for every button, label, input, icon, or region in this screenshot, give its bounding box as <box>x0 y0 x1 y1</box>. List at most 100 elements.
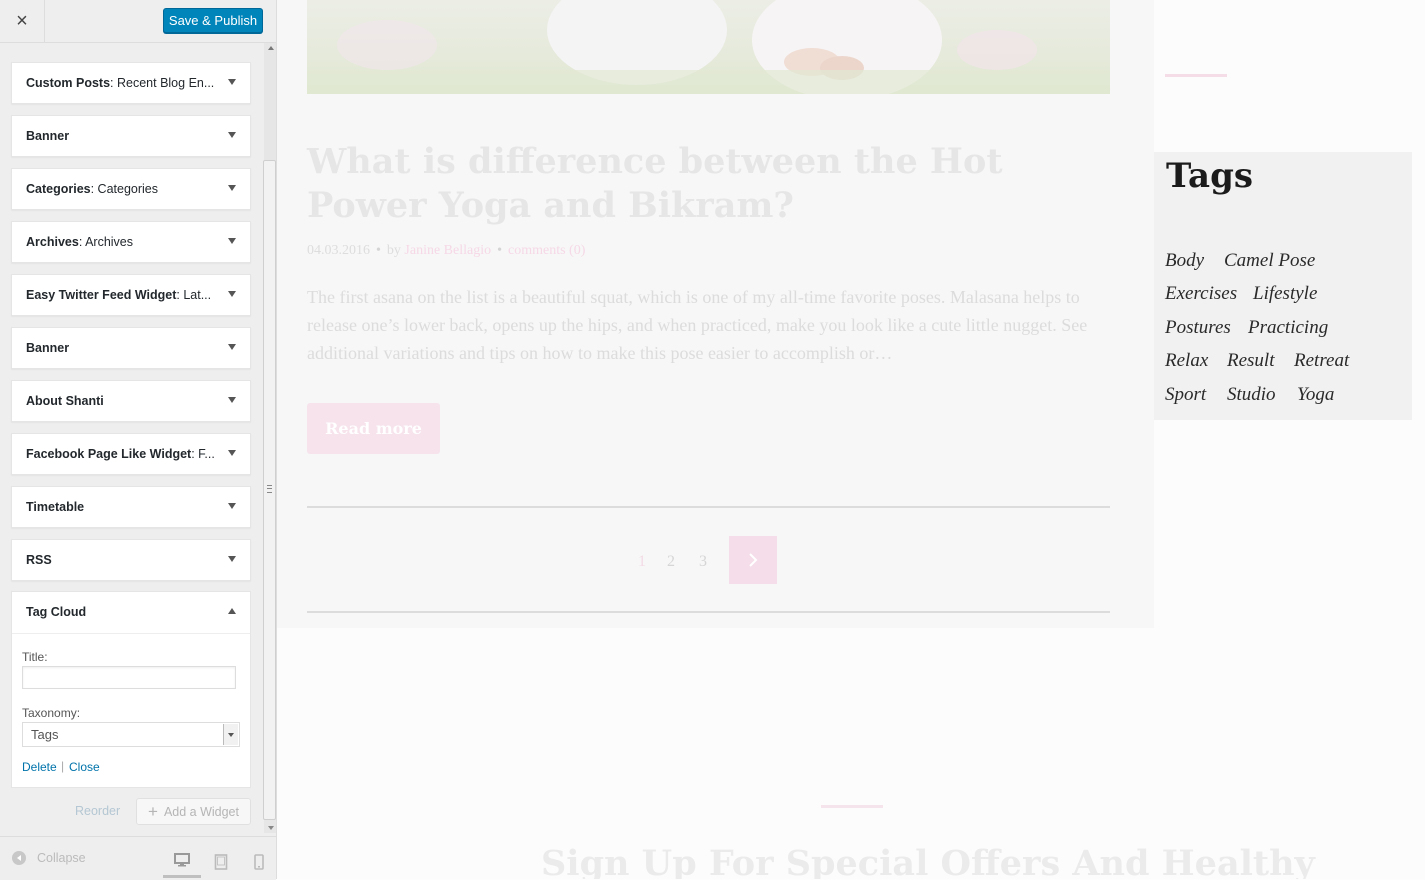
collapse-button[interactable]: Collapse <box>37 851 86 865</box>
divider <box>307 611 1110 613</box>
widget-header[interactable]: Tag Cloud <box>12 592 250 634</box>
post-comments-link[interactable]: comments (0) <box>508 243 585 258</box>
widget-title: Banner <box>26 341 70 355</box>
taxonomy-value: Tags <box>31 727 59 742</box>
post-title[interactable]: What is difference between the Hot Power… <box>307 140 1127 228</box>
widget-twitter-feed[interactable]: Easy Twitter Feed Widget: Lat... <box>11 274 251 316</box>
widget-categories[interactable]: Categories: Categories <box>11 168 251 210</box>
tag-link[interactable]: Sport <box>1165 384 1206 406</box>
customizer-sidebar: Custom Posts: Recent Blog En... Banner C… <box>0 0 277 880</box>
expand-arrow-icon[interactable] <box>228 291 236 297</box>
post-date: 04.03.2016 <box>307 243 370 258</box>
widget-title: Banner <box>26 129 70 143</box>
scrollbar-thumb[interactable] <box>263 160 276 820</box>
dropdown-arrow-icon[interactable] <box>223 724 238 745</box>
expand-arrow-icon[interactable] <box>228 238 236 244</box>
yoga-photo <box>307 0 1110 94</box>
widget-banner[interactable]: Banner <box>11 115 251 157</box>
tag-link[interactable]: Exercises <box>1165 283 1237 305</box>
close-link[interactable]: Close <box>69 760 100 774</box>
link-separator: | <box>61 759 65 773</box>
grip-icon <box>267 485 272 493</box>
widget-title: Easy Twitter Feed Widget: Lat... <box>26 288 212 302</box>
post-meta: 04.03.2016 • by Janine Bellagio • comments (… <box>307 243 586 258</box>
tag-link[interactable]: Lifestyle <box>1253 283 1317 305</box>
widget-title: About Shanti <box>26 394 104 408</box>
next-page-button[interactable] <box>729 536 777 584</box>
signup-section: Sign Up For Special Offers And Healthy <box>277 705 1425 879</box>
read-more-button[interactable]: Read more <box>307 403 440 454</box>
tag-link[interactable]: Relax <box>1165 350 1208 372</box>
tag-link[interactable]: Postures <box>1165 317 1231 339</box>
widget-title: Timetable <box>26 500 85 514</box>
widget-tag-cloud: Tag Cloud Title: Taxonomy: Tags Delete |… <box>11 591 251 788</box>
page-3-link[interactable]: 3 <box>699 553 707 571</box>
collapse-arrow-icon[interactable] <box>228 608 236 614</box>
widget-about-shanti[interactable]: About Shanti <box>11 380 251 422</box>
blog-main-column: What is difference between the Hot Power… <box>277 0 1154 628</box>
save-publish-button[interactable]: Save & Publish <box>163 8 263 33</box>
tag-link[interactable]: Body <box>1165 250 1204 272</box>
taxonomy-select[interactable]: Tags <box>22 722 240 747</box>
tag-link[interactable]: Result <box>1227 350 1275 372</box>
widget-title: Archives: Archives <box>26 235 133 249</box>
tag-link[interactable]: Yoga <box>1297 384 1334 406</box>
sidebar-accent-line <box>1165 74 1227 77</box>
tablet-icon <box>214 853 228 870</box>
tag-link[interactable]: Studio <box>1227 384 1276 406</box>
scroll-up-icon[interactable] <box>268 46 274 50</box>
widget-rss[interactable]: RSS <box>11 539 251 581</box>
tag-link[interactable]: Camel Pose <box>1224 250 1315 272</box>
tags-widget: Tags Body Camel Pose Exercises Lifestyle… <box>1154 152 1412 420</box>
site-preview: What is difference between the Hot Power… <box>277 0 1425 879</box>
widget-banner-2[interactable]: Banner <box>11 327 251 369</box>
post-excerpt: The first asana on the list is a beautif… <box>307 287 1088 363</box>
expand-arrow-icon[interactable] <box>228 556 236 562</box>
expand-arrow-icon[interactable] <box>228 397 236 403</box>
signup-heading: Sign Up For Special Offers And Healthy <box>541 843 1315 879</box>
widget-timetable[interactable]: Timetable <box>11 486 251 528</box>
title-input[interactable] <box>22 666 236 689</box>
page-2-link[interactable]: 2 <box>667 553 675 571</box>
tablet-preview-button[interactable] <box>202 845 240 878</box>
tag-link[interactable]: Practicing <box>1248 317 1328 339</box>
widget-title: Categories: Categories <box>26 182 159 196</box>
post-featured-image[interactable] <box>307 0 1110 94</box>
reorder-link[interactable]: Reorder <box>75 804 120 818</box>
expand-arrow-icon[interactable] <box>228 132 236 138</box>
page-1-link[interactable]: 1 <box>638 553 646 571</box>
widget-facebook-like[interactable]: Facebook Page Like Widget: F... <box>11 433 251 475</box>
chevron-right-icon <box>749 553 758 567</box>
tags-heading: Tags <box>1166 156 1253 196</box>
expand-arrow-icon[interactable] <box>228 79 236 85</box>
add-widget-label: Add a Widget <box>163 804 239 819</box>
widget-title: Facebook Page Like Widget: F... <box>26 447 215 461</box>
widget-title: Custom Posts: Recent Blog En... <box>26 76 215 90</box>
post-author-link[interactable]: Janine Bellagio <box>404 243 491 258</box>
post-by-label: by <box>386 243 401 258</box>
customizer-header: × Save & Publish <box>0 0 276 43</box>
signup-accent-line <box>821 805 883 808</box>
widget-custom-posts[interactable]: Custom Posts: Recent Blog En... <box>11 62 251 104</box>
scroll-down-icon[interactable] <box>268 826 274 830</box>
plus-icon: + <box>148 801 158 821</box>
desktop-preview-button[interactable] <box>163 845 201 878</box>
expand-arrow-icon[interactable] <box>228 503 236 509</box>
mobile-icon <box>254 853 264 870</box>
close-icon: × <box>16 9 28 32</box>
expand-arrow-icon[interactable] <box>228 344 236 350</box>
title-label: Title: <box>22 650 48 664</box>
desktop-icon <box>174 853 190 867</box>
add-widget-button[interactable]: + Add a Widget <box>136 798 251 825</box>
expand-arrow-icon[interactable] <box>228 185 236 191</box>
divider <box>307 506 1110 508</box>
mobile-preview-button[interactable] <box>240 845 278 878</box>
collapse-icon[interactable] <box>12 851 26 865</box>
customizer-footer: Collapse <box>0 836 276 880</box>
tag-link[interactable]: Retreat <box>1294 350 1349 372</box>
widget-archives[interactable]: Archives: Archives <box>11 221 251 263</box>
taxonomy-label: Taxonomy: <box>22 706 81 720</box>
expand-arrow-icon[interactable] <box>228 450 236 456</box>
close-button[interactable]: × <box>0 0 45 42</box>
delete-link[interactable]: Delete <box>22 760 57 774</box>
